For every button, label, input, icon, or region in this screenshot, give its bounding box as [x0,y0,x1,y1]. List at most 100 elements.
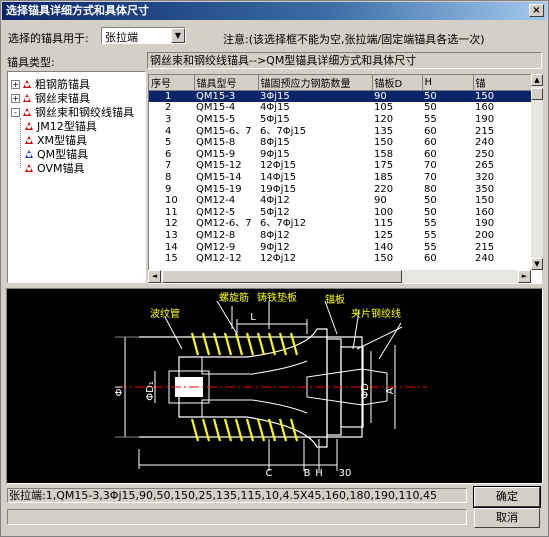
tree-item-6[interactable]: QM型锚具 [24,148,88,161]
ok-button[interactable]: 确定 [473,486,541,508]
tree-item-label: QM型锚具 [37,148,89,161]
grid-horizontal-scrollbar[interactable]: ◄ ► [148,270,531,283]
table-row[interactable]: 4 QM15-6、7 6、7Φj15 135 60 215 [149,125,533,137]
tree-item-label: JM12型锚具 [37,120,97,133]
drawing-label: H [315,468,323,479]
table-row[interactable]: 13 QM12-8 8Φj12 125 55 200 [149,230,533,242]
table-cell: QM15-12 [196,160,242,172]
anchor-drawing: 波纹管 螺旋筋 铸铁垫板 锚板 夹片钢绞线 L C B H 30 ΦI ΦD₁ ΦD A [6,288,543,484]
table-cell: 125 [374,229,394,241]
drawing-label: ΦI [114,386,125,397]
close-button[interactable]: × [529,4,544,17]
table-row[interactable]: 7 QM15-12 12Φj15 175 70 265 [149,160,533,172]
table-cell: 8Φj12 [260,229,290,241]
table-cell: 215 [475,241,495,253]
table-cell: 50 [424,102,437,114]
table-cell: 14Φj15 [260,171,297,183]
table-row[interactable]: 6 QM15-9 9Φj15 158 60 250 [149,148,533,160]
tree-item-1[interactable]: + 粗钢筋锚具 [11,78,90,91]
table-cell: 320 [475,171,495,183]
scroll-down-icon[interactable]: ▼ [531,258,543,270]
grid-vertical-scrollbar[interactable]: ▲ ▼ [531,74,543,270]
table-cell: 190 [475,218,495,230]
table-cell: QM15-9 [196,148,236,160]
table-cell: 60 [424,125,437,137]
tree-item-5[interactable]: XM型锚具 [24,134,87,147]
table-row[interactable]: 12 QM12-6、7 6、7Φj12 115 55 190 [149,218,533,230]
table-cell: 90 [374,195,387,207]
table-cell: 158 [374,148,394,160]
cancel-button[interactable]: 取消 [474,508,540,528]
anchor-end-select[interactable]: 张拉端 ▼ [101,27,186,44]
table-cell: 3 [165,113,172,125]
drawing-label: ΦD₁ [145,381,156,401]
tree-item-3[interactable]: - 钢丝束和钢绞线锚具 [11,106,134,119]
table-cell: 11 [165,206,178,218]
table-cell: 3Φj15 [258,90,372,103]
anchor-data-grid[interactable]: 序号 锚具型号 锚固预应力钢筋数量 锚板D H 锚 1 QM15-3 3Φj15 90 50 150… [148,74,542,284]
anchor-type-tree[interactable]: + 粗钢筋锚具 + 钢丝束锚具 - 钢丝束和钢绞线锚具 JM12型锚具 XM型锚具 QM型锚具 O… [7,71,146,283]
table-cell: QM15-14 [196,171,242,183]
table-row[interactable]: 11 QM12-5 5Φj12 100 50 160 [149,206,533,218]
scroll-right-icon[interactable]: ► [518,270,531,283]
hscroll-thumb[interactable] [162,270,402,283]
column-header[interactable]: 锚板D [372,75,423,91]
table-cell: 8Φj15 [260,137,290,149]
table-cell: 7 [165,160,172,172]
table-cell: QM12-9 [196,241,236,253]
scroll-thumb[interactable] [531,88,543,100]
collapse-icon[interactable]: - [11,108,20,117]
table-row[interactable]: 8 QM15-14 14Φj15 185 70 320 [149,172,533,184]
chevron-down-icon[interactable]: ▼ [171,28,185,43]
tree-connector [20,118,21,168]
column-header[interactable]: 锚 [473,75,534,91]
table-cell: 60 [424,253,437,265]
table-cell: 13 [165,229,178,241]
table-row[interactable]: 10 QM12-4 4Φj12 90 50 150 [149,195,533,207]
table-cell: 250 [475,148,495,160]
table-cell: 5Φj12 [260,206,290,218]
tree-item-label: 钢丝束锚具 [35,92,90,105]
table-cell: QM12-8 [196,229,236,241]
tree-item-2[interactable]: + 钢丝束锚具 [11,92,90,105]
table-cell: 80 [424,183,437,195]
table-row[interactable]: 14 QM12-9 9Φj12 140 55 215 [149,241,533,253]
table-cell: 175 [374,160,394,172]
anchor-type-icon [25,150,33,158]
table-cell: 55 [424,113,437,125]
table-cell: 8 [165,171,172,183]
table-row[interactable]: 15 QM12-12 12Φj12 150 60 240 [149,253,533,265]
table-cell: 220 [374,183,394,195]
table-cell: QM12-4 [196,195,236,207]
selector-note: 注意:(该选择框不能为空,张拉端/固定端锚具各选一次) [223,33,485,46]
selector-label: 选择的锚具用于: [8,32,89,45]
expand-icon[interactable]: + [11,80,20,89]
table-row[interactable]: 3 QM15-5 5Φj15 120 55 190 [149,114,533,126]
status-bar [7,509,467,525]
table-cell: 60 [424,148,437,160]
tree-item-4[interactable]: JM12型锚具 [24,120,97,133]
column-header[interactable]: 锚固预应力钢筋数量 [258,75,373,91]
drawing-label: B [304,468,311,479]
table-row[interactable]: 9 QM15-19 19Φj15 220 80 350 [149,183,533,195]
drawing-label: 夹片钢绞线 [351,307,401,320]
table-row[interactable]: 5 QM15-8 8Φj15 150 60 240 [149,137,533,149]
anchor-diagram-svg: 波纹管 螺旋筋 铸铁垫板 锚板夹片钢绞线 L C B H 30 ΦI ΦD₁ ΦD A [114,291,427,479]
column-header[interactable]: 序号 [149,75,195,91]
column-header[interactable]: H [422,75,474,91]
table-cell: QM15-8 [196,137,236,149]
scroll-up-icon[interactable]: ▲ [531,74,543,86]
table-cell: 100 [374,206,394,218]
table-cell: 1 [149,90,194,103]
table-cell: QM15-5 [196,113,236,125]
table-row[interactable]: 2 QM15-4 4Φj15 105 50 160 [149,102,533,114]
scroll-left-icon[interactable]: ◄ [148,270,161,283]
expand-icon[interactable]: + [11,94,20,103]
table-cell: 265 [475,160,495,172]
tree-item-7[interactable]: OVM锚具 [24,162,84,175]
column-header[interactable]: 锚具型号 [194,75,259,91]
table-cell: 12Φj12 [260,253,297,265]
table-cell: 160 [475,102,495,114]
table-cell: 160 [475,206,495,218]
table-row[interactable]: 1 QM15-3 3Φj15 90 50 150 [149,90,533,103]
